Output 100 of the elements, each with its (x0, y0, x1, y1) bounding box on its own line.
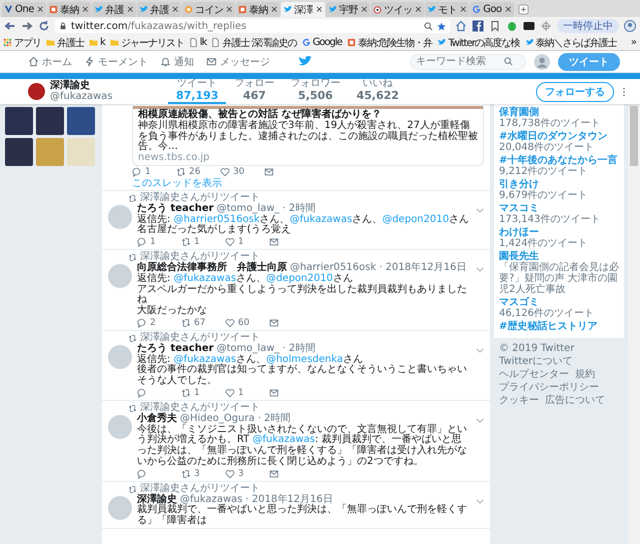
tweet-button[interactable]: ツイート (558, 52, 620, 70)
browser-tab[interactable]: One × (2, 2, 46, 17)
nav-link[interactable]: 通知 (160, 54, 194, 68)
trend-link[interactable]: 園長先生 (499, 251, 619, 262)
footer-link[interactable]: 広告について (545, 395, 605, 407)
author-handle[interactable]: @tomo_law_ (216, 204, 280, 215)
close-tab-button[interactable]: × (36, 4, 44, 14)
reply-button[interactable]: 2 (137, 318, 181, 328)
search-icon[interactable] (424, 22, 433, 30)
close-tab-button[interactable]: × (126, 4, 134, 14)
close-tab-button[interactable]: × (316, 4, 324, 14)
link-card[interactable]: 相模原連続殺傷、被告との対話 なぜ障害者ばかりを？ 神奈川県相模原市の障害者施設で3年前、19人が殺害され、27人が重軽傷を負う事件がありました。逮捕されたのは、この施設の職員だった植松聖被告。今… news.tbs.co.jp (132, 106, 484, 166)
bookmark-icon[interactable] (489, 20, 501, 32)
like-button[interactable]: 1 (225, 388, 269, 398)
reply-button[interactable]: 1 (137, 237, 181, 248)
trend-link[interactable]: マスゴミ (499, 297, 619, 308)
tweet-time[interactable]: · 2時間 (282, 204, 316, 215)
author-name[interactable]: たろう teacher (137, 204, 214, 215)
browser-tab[interactable]: 泰納 × (236, 2, 280, 17)
like-button[interactable]: 60 (225, 318, 269, 328)
trend-link[interactable]: #水曜日のダウンタウン (499, 131, 619, 142)
star-icon[interactable] (437, 22, 446, 30)
trend-link[interactable]: #十年後のあなたから一言 (499, 155, 619, 166)
tweet-time[interactable]: · 2時間 (258, 414, 290, 425)
nav-link[interactable]: ホーム (28, 54, 72, 68)
browser-tab[interactable]: ツイッ × (371, 2, 424, 17)
bookmark-item[interactable]: アプリ (3, 36, 41, 50)
trend-link[interactable]: わけほー (499, 227, 619, 238)
mention-link[interactable]: @harrier0516osk (174, 214, 260, 225)
search-field[interactable]: キーワード検索 (410, 54, 526, 70)
footer-link[interactable]: クッキー (499, 395, 539, 407)
avatar-placeholder[interactable] (108, 414, 132, 439)
browser-tab[interactable]: 宇野 × (326, 2, 370, 17)
address-field[interactable]: twitter.com/fukazawas/with_replies (55, 19, 450, 33)
close-tab-button[interactable]: × (171, 4, 179, 14)
footer-link[interactable]: プライバシーポリシー (499, 382, 599, 394)
chevron-down-icon[interactable] (476, 418, 484, 423)
avatar-placeholder[interactable] (108, 344, 132, 369)
close-tab-button[interactable]: × (414, 4, 422, 14)
author-handle[interactable]: @harrier0516osk (290, 262, 376, 274)
close-tab-button[interactable]: × (81, 4, 89, 14)
like-button[interactable]: 1 (225, 237, 269, 248)
chevron-down-icon[interactable] (476, 348, 484, 353)
browser-tab[interactable]: 泰納 × (47, 2, 91, 17)
like-button[interactable]: 30 (220, 166, 264, 177)
avatar-icon[interactable] (534, 54, 550, 70)
scrollbar[interactable] (628, 104, 640, 544)
mention-link[interactable]: @fukazawas (174, 272, 236, 284)
retweet-button[interactable]: 67 (181, 318, 225, 328)
retweet-button[interactable]: 1 (181, 388, 225, 398)
extension-icon[interactable] (472, 20, 484, 32)
bookmark-item[interactable]: 泰納＼さらば弁護士 (524, 36, 617, 50)
bookmark-item[interactable]: 弁護士 (46, 36, 84, 50)
browser-tab[interactable]: モト × (425, 2, 470, 17)
bookmark-item[interactable]: k (89, 37, 105, 48)
close-tab-button[interactable]: × (226, 4, 234, 14)
browser-tab[interactable]: 深澤 × (281, 2, 326, 17)
paused-button[interactable]: 一時停止中 (557, 19, 619, 33)
crosshair-icon[interactable] (540, 20, 552, 32)
nav-link[interactable]: メッセージ (206, 54, 270, 68)
retweet-button[interactable]: 26 (176, 166, 220, 177)
trend-link[interactable]: 保育園側 (499, 107, 619, 118)
bookmark-item[interactable]: 弁護士 深澤諭史の (211, 36, 297, 50)
close-tab-button[interactable]: × (504, 4, 512, 14)
author-name[interactable]: 小倉秀夫 (137, 414, 177, 425)
profile-avatar-icon[interactable] (624, 20, 636, 32)
profile-stat-tab[interactable]: いいね 45,622 (348, 79, 407, 104)
footer-link[interactable]: 規約 (575, 369, 595, 381)
avatar-placeholder[interactable] (108, 204, 132, 229)
bookmark-item[interactable]: ジャーナリスト (110, 36, 184, 50)
author-handle[interactable]: @Hideo_Ogura (180, 414, 255, 425)
browser-tab[interactable]: 弁護 × (92, 2, 136, 17)
more-options-icon[interactable] (622, 86, 626, 96)
trend-link[interactable]: #歴史秘話ヒストリア (499, 321, 619, 332)
browser-tab[interactable]: 弁護 × (137, 2, 181, 17)
bookmark-item[interactable]: 泰納:危険生物・弁 (346, 36, 432, 50)
tweet-time[interactable]: · 2時間 (282, 344, 316, 355)
author-handle[interactable]: @tomo_law_ (216, 344, 280, 355)
mention-link[interactable]: @holmesdenka (266, 354, 343, 365)
chevron-down-icon[interactable] (476, 266, 484, 272)
more-bookmarks-button[interactable]: » (630, 37, 637, 48)
browser-tab[interactable]: コイン × (182, 2, 236, 17)
home-icon[interactable] (455, 20, 467, 32)
trend-link[interactable]: マスコミ (499, 203, 619, 214)
back-arrow-icon[interactable] (4, 20, 16, 32)
like-button[interactable]: 3 (225, 468, 269, 479)
bookmark-item[interactable]: Google (302, 37, 342, 48)
avatar-placeholder[interactable] (108, 496, 132, 520)
forward-arrow-icon[interactable] (21, 20, 33, 32)
mention-link[interactable]: @fukazawas (252, 434, 316, 446)
mention-link[interactable]: @fukazawas (174, 354, 236, 365)
follow-button[interactable]: フォローする (536, 82, 614, 102)
profile-stat-tab[interactable]: フォロワー 5,506 (282, 79, 348, 104)
reply-button[interactable]: 1 (132, 166, 176, 177)
nav-link[interactable]: モーメント (84, 54, 148, 68)
close-tab-button[interactable]: × (460, 4, 468, 14)
browser-tab[interactable]: Goo × (470, 2, 514, 17)
tweet-time[interactable]: · 2018年12月16日 (379, 262, 466, 274)
retweet-button[interactable]: 1 (181, 237, 225, 248)
new-tab-icon[interactable] (518, 4, 530, 15)
